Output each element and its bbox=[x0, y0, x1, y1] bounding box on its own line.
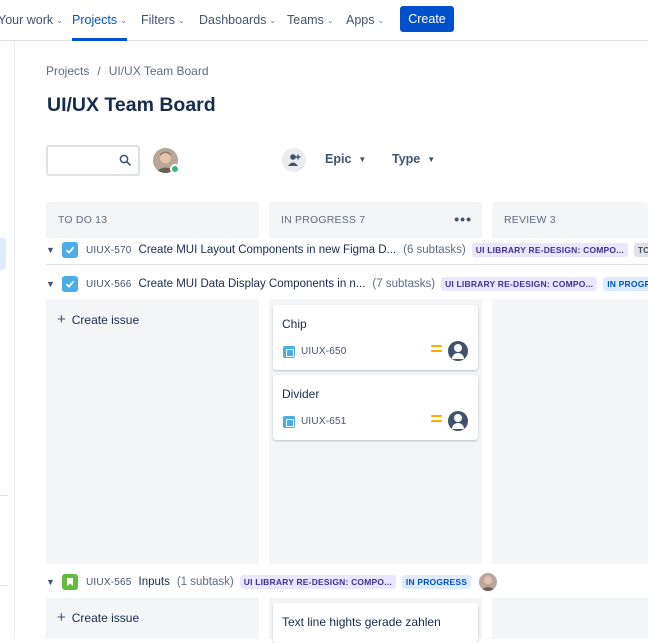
chevron-down-icon: ⌄ bbox=[377, 15, 385, 25]
subtask-icon bbox=[283, 416, 295, 428]
plus-icon: + bbox=[57, 311, 66, 328]
subtask-icon bbox=[283, 346, 295, 358]
breadcrumb: Projects / UI/UX Team Board bbox=[46, 64, 209, 78]
create-issue-button[interactable]: + Create issue bbox=[57, 311, 139, 328]
issue-card[interactable]: Chip UIUX-650 bbox=[273, 305, 478, 370]
type-filter[interactable]: Type ▼ bbox=[392, 152, 435, 166]
nav-apps-label: Apps bbox=[346, 13, 375, 27]
issue-card[interactable]: Divider UIUX-651 bbox=[273, 375, 478, 440]
nav-projects-label: Projects bbox=[72, 13, 118, 27]
column-todo-cell bbox=[46, 299, 259, 564]
plus-icon: + bbox=[57, 609, 66, 626]
card-title: Chip bbox=[282, 317, 307, 331]
column-review-cell bbox=[492, 299, 648, 564]
search-icon bbox=[119, 154, 131, 166]
column-header-in-progress: IN PROGRESS 7 ••• bbox=[269, 202, 482, 238]
column-header-label: REVIEW 3 bbox=[504, 214, 556, 226]
priority-medium-icon bbox=[431, 415, 442, 425]
issue-key[interactable]: UIUX-651 bbox=[301, 416, 347, 427]
column-header-review: REVIEW 3 bbox=[492, 202, 648, 238]
chevron-down-icon[interactable]: ▼ bbox=[46, 279, 58, 289]
nav-filters-label: Filters bbox=[141, 13, 176, 27]
issue-summary: Create MUI Data Display Components in n.… bbox=[138, 278, 366, 290]
issue-key[interactable]: UIUX-565 bbox=[86, 577, 132, 588]
chevron-down-icon: ⌄ bbox=[326, 15, 334, 25]
chevron-down-icon: ▼ bbox=[427, 154, 436, 164]
online-status-indicator bbox=[170, 164, 180, 174]
nav-apps[interactable]: Apps ⌄ bbox=[346, 0, 384, 40]
create-button[interactable]: Create bbox=[400, 6, 454, 32]
chevron-down-icon: ▼ bbox=[358, 154, 367, 164]
add-person-icon bbox=[288, 154, 301, 166]
nav-teams-label: Teams bbox=[287, 13, 324, 27]
breadcrumb-separator: / bbox=[97, 64, 101, 78]
more-icon[interactable]: ••• bbox=[454, 211, 472, 227]
issue-summary: Create MUI Layout Components in new Figm… bbox=[138, 244, 397, 256]
chevron-down-icon: ⌄ bbox=[56, 15, 63, 25]
story-icon bbox=[62, 574, 78, 590]
epic-filter-label: Epic bbox=[325, 152, 352, 166]
sidebar bbox=[0, 41, 15, 639]
priority-medium-icon bbox=[431, 345, 442, 355]
issue-key[interactable]: UIUX-650 bbox=[301, 346, 347, 357]
nav-dashboards[interactable]: Dashboards ⌄ bbox=[199, 0, 276, 40]
swimlane-header[interactable]: ▼ UIUX-570 Create MUI Layout Components … bbox=[46, 239, 648, 261]
nav-your-work-label: Your work bbox=[0, 13, 54, 27]
create-issue-button[interactable]: + Create issue bbox=[57, 609, 139, 626]
card-title: Divider bbox=[282, 387, 320, 401]
nav-filters[interactable]: Filters ⌄ bbox=[141, 0, 185, 40]
column-header-todo: TO DO 13 bbox=[46, 202, 259, 238]
assignee-avatar[interactable] bbox=[479, 573, 498, 591]
status-badge: IN PROGRESS bbox=[401, 575, 472, 589]
task-icon bbox=[62, 276, 78, 292]
top-navigation: Your work ⌄ Projects ⌄ Filters ⌄ Dashboards… bbox=[0, 0, 648, 41]
unassigned-avatar-icon[interactable] bbox=[448, 411, 468, 431]
issue-key[interactable]: UIUX-566 bbox=[86, 279, 132, 290]
column-review-cell bbox=[492, 598, 648, 639]
epic-filter[interactable]: Epic ▼ bbox=[325, 152, 366, 166]
chevron-down-icon: ⌄ bbox=[269, 15, 277, 25]
nav-your-work[interactable]: Your work ⌄ bbox=[0, 0, 63, 40]
column-header-label: IN PROGRESS 7 bbox=[281, 214, 366, 226]
chevron-down-icon[interactable]: ▼ bbox=[46, 577, 58, 587]
nav-projects[interactable]: Projects ⌄ bbox=[72, 0, 127, 41]
search-input[interactable] bbox=[46, 145, 140, 176]
status-badge: IN PROGR bbox=[603, 277, 648, 291]
user-photo-icon bbox=[479, 573, 498, 591]
add-people-button[interactable] bbox=[282, 148, 306, 172]
epic-badge: UI LIBRARY RE-DESIGN: COMPO... bbox=[441, 277, 598, 291]
create-issue-label: Create issue bbox=[71, 610, 140, 625]
subtask-count: (7 subtasks) bbox=[372, 278, 436, 290]
issue-summary: Inputs bbox=[138, 576, 170, 588]
type-filter-label: Type bbox=[392, 152, 421, 166]
status-badge: TO bbox=[633, 243, 648, 257]
card-title: Text line hights gerade zahlen bbox=[282, 615, 441, 629]
sidebar-divider bbox=[0, 585, 8, 586]
chevron-down-icon: ⌄ bbox=[178, 15, 185, 25]
epic-badge: UI LIBRARY RE-DESIGN: COMPO... bbox=[471, 243, 628, 257]
breadcrumb-projects[interactable]: Projects bbox=[46, 64, 89, 78]
swimlane-header[interactable]: ▼ UIUX-565 Inputs (1 subtask) UI LIBRARY… bbox=[46, 571, 498, 593]
task-icon bbox=[62, 242, 78, 258]
column-header-label: TO DO 13 bbox=[58, 214, 108, 226]
chevron-down-icon[interactable]: ▼ bbox=[46, 245, 58, 255]
unassigned-avatar-icon[interactable] bbox=[448, 341, 468, 361]
sidebar-divider bbox=[0, 495, 8, 496]
nav-teams[interactable]: Teams ⌄ bbox=[287, 0, 334, 40]
breadcrumb-current[interactable]: UI/UX Team Board bbox=[109, 64, 209, 78]
swimlane-header[interactable]: ▼ UIUX-566 Create MUI Data Display Compo… bbox=[46, 273, 648, 295]
nav-dashboards-label: Dashboards bbox=[199, 13, 267, 27]
subtask-count: (1 subtask) bbox=[176, 576, 234, 588]
issue-key[interactable]: UIUX-570 bbox=[86, 245, 132, 256]
create-issue-label: Create issue bbox=[71, 312, 140, 327]
page-title: UI/UX Team Board bbox=[47, 94, 216, 116]
epic-badge: UI LIBRARY RE-DESIGN: COMPO... bbox=[239, 575, 396, 589]
issue-card[interactable]: Text line hights gerade zahlen bbox=[273, 603, 478, 643]
swimlane-divider bbox=[46, 264, 648, 265]
sidebar-active-marker[interactable] bbox=[0, 238, 6, 270]
chevron-down-icon: ⌄ bbox=[120, 15, 127, 25]
subtask-count: (6 subtasks) bbox=[403, 244, 466, 256]
